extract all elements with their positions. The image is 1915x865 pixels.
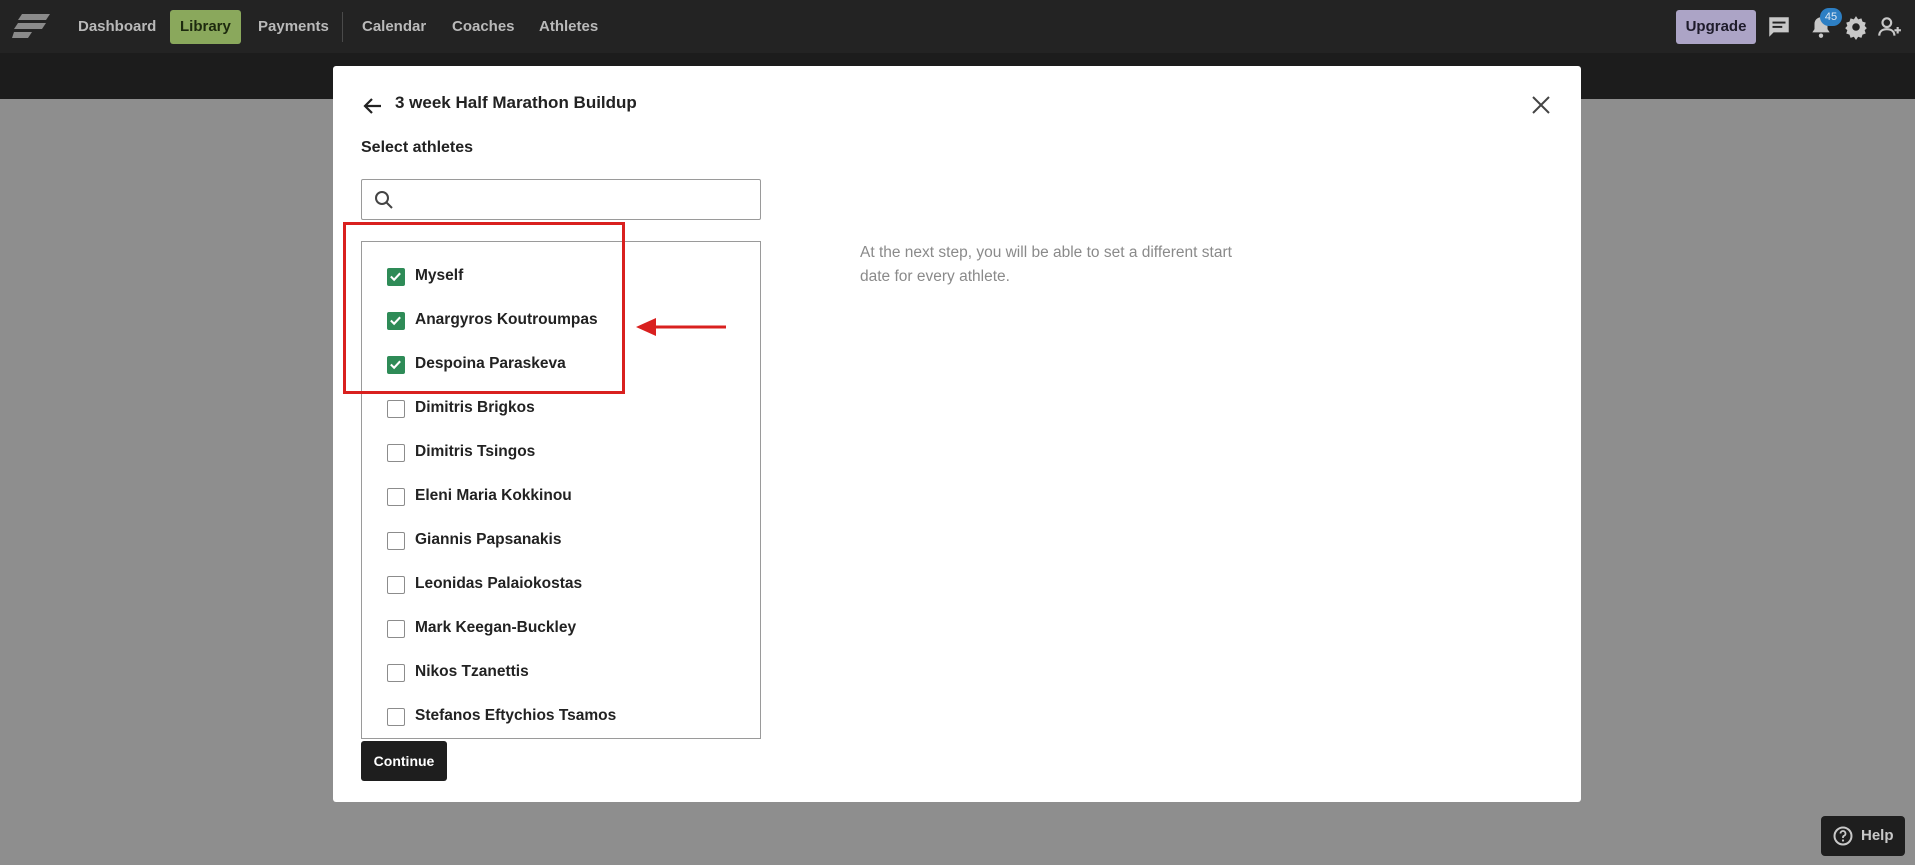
help-label: Help — [1861, 827, 1894, 844]
modal-title: 3 week Half Marathon Buildup — [395, 93, 637, 112]
nav-divider — [342, 12, 343, 42]
athlete-row[interactable]: Leonidas Palaiokostas — [362, 570, 742, 600]
app-logo-icon[interactable] — [12, 12, 52, 42]
athlete-checkbox[interactable] — [387, 664, 405, 682]
close-icon[interactable] — [1529, 93, 1553, 117]
athlete-name: Leonidas Palaiokostas — [415, 575, 583, 592]
help-button[interactable]: Help — [1821, 816, 1905, 856]
athlete-checkbox[interactable] — [387, 400, 405, 418]
info-text: At the next step, you will be able to se… — [860, 244, 1232, 285]
upgrade-button[interactable]: Upgrade — [1676, 10, 1756, 44]
search-icon — [375, 191, 393, 209]
athlete-row[interactable]: Dimitris Tsingos — [362, 438, 742, 468]
athlete-row[interactable]: Stefanos Eftychios Tsamos — [362, 702, 742, 732]
athlete-name: Eleni Maria Kokkinou — [415, 487, 572, 504]
athlete-row[interactable]: Nikos Tzanettis — [362, 658, 742, 688]
help-icon — [1833, 826, 1853, 846]
athlete-checkbox[interactable] — [387, 620, 405, 638]
nav-calendar[interactable]: Calendar — [352, 10, 436, 44]
athlete-name: Dimitris Brigkos — [415, 399, 535, 416]
notification-badge: 45 — [1820, 8, 1842, 26]
athlete-checkbox[interactable] — [387, 576, 405, 594]
gear-icon[interactable] — [1843, 14, 1869, 40]
top-nav: Dashboard Library Payments Calendar Coac… — [0, 0, 1915, 53]
continue-button[interactable]: Continue — [361, 741, 447, 781]
select-athletes-modal: 3 week Half Marathon Buildup Select athl… — [333, 66, 1581, 802]
section-title: Select athletes — [361, 139, 474, 156]
athlete-row[interactable]: Mark Keegan-Buckley — [362, 614, 742, 644]
athlete-name: Dimitris Tsingos — [415, 443, 536, 460]
athlete-checkbox[interactable] — [387, 444, 405, 462]
athlete-name: Nikos Tzanettis — [415, 663, 529, 680]
athlete-row[interactable]: Eleni Maria Kokkinou — [362, 482, 742, 512]
athlete-checkbox[interactable] — [387, 708, 405, 726]
nav-coaches[interactable]: Coaches — [442, 10, 525, 44]
athlete-name: Stefanos Eftychios Tsamos — [415, 707, 617, 724]
user-add-icon[interactable] — [1876, 14, 1902, 40]
nav-library[interactable]: Library — [170, 10, 241, 44]
athlete-search-box[interactable] — [361, 179, 761, 220]
athlete-search-input[interactable] — [402, 186, 752, 214]
athlete-row[interactable]: Dimitris Brigkos — [362, 394, 742, 424]
nav-dashboard[interactable]: Dashboard — [68, 10, 166, 44]
athlete-row[interactable]: Giannis Papsanakis — [362, 526, 742, 556]
annotation-highlight-box — [343, 222, 625, 394]
annotation-arrow-icon — [636, 318, 726, 336]
nav-payments[interactable]: Payments — [248, 10, 339, 44]
athlete-name: Mark Keegan-Buckley — [415, 619, 577, 636]
athlete-checkbox[interactable] — [387, 532, 405, 550]
nav-athletes[interactable]: Athletes — [529, 10, 608, 44]
back-arrow-icon[interactable] — [361, 94, 385, 118]
athlete-name: Giannis Papsanakis — [415, 531, 562, 548]
athlete-checkbox[interactable] — [387, 488, 405, 506]
chat-icon[interactable] — [1766, 14, 1792, 40]
